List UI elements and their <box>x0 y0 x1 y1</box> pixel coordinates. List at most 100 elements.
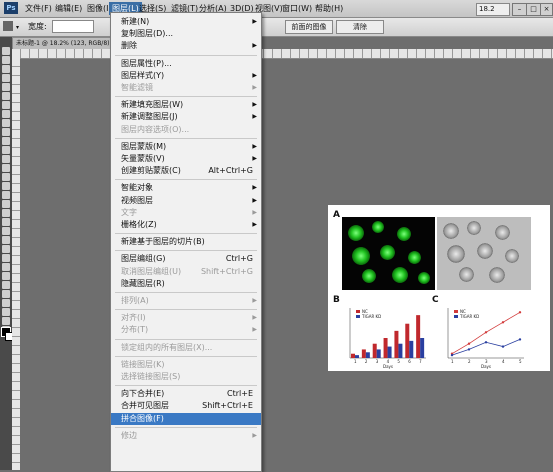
layer-menu-item[interactable]: 锁定组内的所有图层(X)... <box>111 342 261 354</box>
menu-0[interactable]: 文件(F) <box>22 2 55 15</box>
tool-icon[interactable] <box>2 254 10 262</box>
menu-separator <box>115 309 257 311</box>
layer-menu-item[interactable]: 新建填充图层(W) ▶ <box>111 99 261 111</box>
chevron-down-icon[interactable]: ▾ <box>16 24 19 31</box>
tool-icon[interactable] <box>2 110 10 118</box>
tool-icon[interactable] <box>2 164 10 172</box>
crop-tool-icon[interactable] <box>3 21 13 31</box>
zoom-level-field[interactable]: 18.2 <box>476 3 510 16</box>
brightfield-micrograph <box>437 217 531 290</box>
submenu-arrow-icon: ▶ <box>252 18 257 25</box>
layer-menu-item[interactable]: 取消图层编组(U) Shift+Ctrl+G <box>111 266 261 278</box>
layer-menu-item[interactable]: 栅格化(Z) ▶ <box>111 219 261 231</box>
tool-icon[interactable] <box>2 182 10 190</box>
tool-icon[interactable] <box>2 119 10 127</box>
menu-item-label: 取消图层编组(U) <box>121 266 182 276</box>
layer-menu-item[interactable]: 分布(T) ▶ <box>111 324 261 336</box>
tool-icon[interactable] <box>2 290 10 298</box>
tool-icon[interactable] <box>2 74 10 82</box>
menu-separator <box>115 233 257 235</box>
tool-icon[interactable] <box>2 299 10 307</box>
tool-icon[interactable] <box>2 101 10 109</box>
menu-item-label: 创建剪贴蒙版(C) <box>121 166 181 176</box>
layer-menu-item[interactable]: 新建调整图层(J) ▶ <box>111 111 261 123</box>
data-point <box>467 348 471 351</box>
tool-icon[interactable] <box>2 128 10 136</box>
menu-item-label: 拼合图像(F) <box>121 413 164 423</box>
axis-label: Days <box>481 364 491 369</box>
legend-swatch <box>454 310 458 313</box>
tool-icon[interactable] <box>2 227 10 235</box>
submenu-arrow-icon: ▶ <box>252 155 257 162</box>
tool-icon[interactable] <box>2 209 10 217</box>
tool-icon[interactable] <box>2 146 10 154</box>
tool-icon[interactable] <box>2 83 10 91</box>
tool-icon[interactable] <box>2 56 10 64</box>
layer-menu-item[interactable]: 图层内容选项(O)... <box>111 124 261 136</box>
layer-menu-item[interactable]: 拼合图像(F) <box>111 412 261 425</box>
layer-menu-item[interactable]: 删除 ▶ <box>111 40 261 52</box>
close-icon[interactable]: × <box>540 3 553 16</box>
submenu-arrow-icon: ▶ <box>252 297 257 304</box>
tool-icon[interactable] <box>2 317 10 325</box>
tool-icon[interactable] <box>2 47 10 55</box>
layer-menu-item[interactable]: 图层编组(G) Ctrl+G <box>111 253 261 265</box>
layer-menu-item[interactable]: 复制图层(D)... <box>111 28 261 40</box>
layer-menu-item[interactable]: 智能对象 ▶ <box>111 182 261 194</box>
submenu-arrow-icon: ▶ <box>252 221 257 228</box>
minimize-icon[interactable]: – <box>512 3 527 16</box>
bar <box>394 330 399 358</box>
layer-menu-item[interactable]: 智能滤镜 ▶ <box>111 82 261 94</box>
vertical-ruler[interactable] <box>12 58 20 470</box>
tool-icon[interactable] <box>2 308 10 316</box>
tool-icon[interactable] <box>2 155 10 163</box>
tool-icon[interactable] <box>2 92 10 100</box>
menu-9[interactable]: 窗口(W) <box>279 2 315 15</box>
layer-menu-item[interactable]: 图层蒙版(M) ▶ <box>111 141 261 153</box>
bar <box>409 340 414 358</box>
menu-item-label: 锁定组内的所有图层(X)... <box>121 342 213 352</box>
tool-icon[interactable] <box>2 137 10 145</box>
data-point <box>450 353 454 357</box>
front-image-button[interactable]: 前面的图像 <box>285 20 333 34</box>
layer-menu-item[interactable]: 修边 ▶ <box>111 430 261 442</box>
width-input[interactable] <box>52 20 94 33</box>
data-point <box>501 321 505 324</box>
layer-menu-item[interactable]: 向下合并(E) Ctrl+E <box>111 388 261 400</box>
tool-icon[interactable] <box>2 191 10 199</box>
tool-icon[interactable] <box>2 200 10 208</box>
tool-icon[interactable] <box>2 218 10 226</box>
menu-item-label: 修边 <box>121 430 137 440</box>
menu-separator <box>115 355 257 357</box>
tool-icon[interactable] <box>2 281 10 289</box>
maximize-icon[interactable]: □ <box>526 3 541 16</box>
tick-label: 4 <box>502 359 505 364</box>
tool-icon[interactable] <box>2 263 10 271</box>
tool-icon[interactable] <box>2 236 10 244</box>
tool-icon[interactable] <box>2 245 10 253</box>
bar <box>351 353 355 358</box>
tool-icon[interactable] <box>2 65 10 73</box>
menu-item-label: 图层蒙版(M) <box>121 141 167 151</box>
layer-menu-item[interactable]: 选择链接图层(S) <box>111 371 261 383</box>
tool-icon[interactable] <box>2 173 10 181</box>
tool-icon[interactable] <box>2 272 10 280</box>
clear-button[interactable]: 清除 <box>336 20 384 34</box>
layer-menu-item[interactable]: 视频图层 ▶ <box>111 195 261 207</box>
layer-menu-item[interactable]: 合并可见图层 Shift+Ctrl+E <box>111 400 261 412</box>
tools-panel <box>0 37 12 470</box>
horizontal-ruler[interactable] <box>12 49 553 59</box>
layer-menu-item[interactable]: 对齐(I) ▶ <box>111 312 261 324</box>
layer-menu-item[interactable]: 图层样式(Y) ▶ <box>111 70 261 82</box>
layer-menu-item[interactable]: 创建剪贴蒙版(C) Alt+Ctrl+G <box>111 165 261 177</box>
layer-menu-item[interactable]: 新建(N) ▶ <box>111 16 261 28</box>
layer-menu-item[interactable]: 链接图层(K) <box>111 359 261 371</box>
layer-menu-item[interactable]: 矢量蒙版(V) ▶ <box>111 153 261 165</box>
layer-menu-item[interactable]: 新建基于图层的切片(B) <box>111 236 261 248</box>
menu-1[interactable]: 编辑(E) <box>52 2 85 15</box>
layer-menu-item[interactable]: 图层属性(P)... <box>111 58 261 70</box>
layer-menu-item[interactable]: 文字 ▶ <box>111 207 261 219</box>
layer-menu-item[interactable]: 隐藏图层(R) <box>111 278 261 290</box>
menu-10[interactable]: 帮助(H) <box>312 2 346 15</box>
layer-menu-item[interactable]: 排列(A) ▶ <box>111 295 261 307</box>
